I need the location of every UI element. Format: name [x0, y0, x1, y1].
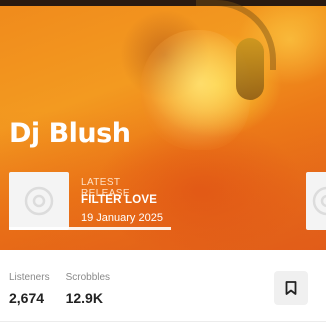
- listeners-count: 2,674: [9, 290, 45, 306]
- artist-stats: Listeners 2,674 Scrobbles 12.9K: [9, 272, 110, 306]
- artist-hero-banner: Dj Blush LATEST RELEASE FILTER LOVE 19 J…: [0, 0, 326, 250]
- section-divider: [0, 321, 326, 322]
- carousel-scroll-track[interactable]: [9, 227, 171, 230]
- release-title-link[interactable]: FILTER LOVE: [81, 194, 157, 206]
- release-artwork[interactable]: [9, 172, 69, 230]
- scrobbles-stat: Scrobbles 12.9K: [66, 272, 110, 306]
- artist-name: Dj Blush: [9, 118, 131, 149]
- listeners-label: Listeners: [9, 272, 50, 283]
- hero-top-edge: [0, 0, 326, 6]
- hero-photo-headphone: [236, 38, 264, 100]
- scrobbles-label: Scrobbles: [65, 272, 111, 283]
- listeners-stat: Listeners 2,674: [9, 272, 50, 306]
- latest-release-card[interactable]: LATEST RELEASE FILTER LOVE 19 January 20…: [9, 172, 171, 230]
- release-date: 19 January 2025: [81, 212, 163, 224]
- bookmark-icon: [285, 281, 297, 295]
- carousel-scroll-thumb[interactable]: [9, 227, 171, 230]
- vinyl-disc-icon: [312, 186, 326, 216]
- next-release-card[interactable]: [306, 172, 326, 230]
- bookmark-button[interactable]: [274, 271, 308, 305]
- vinyl-disc-icon: [24, 186, 54, 216]
- scrobbles-count: 12.9K: [65, 290, 103, 306]
